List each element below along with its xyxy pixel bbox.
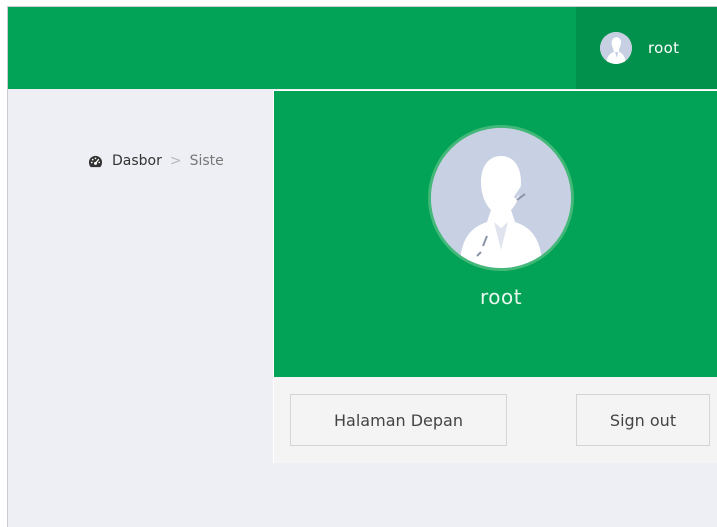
user-avatar-icon	[600, 32, 632, 64]
breadcrumb-current: Siste	[189, 153, 224, 169]
dashboard-icon	[88, 155, 103, 167]
top-navbar: root	[8, 7, 717, 89]
user-dropdown-footer: Halaman Depan Sign out	[274, 377, 717, 463]
app-window: root Dasbor > Siste root Halaman Depan S…	[7, 6, 717, 527]
sign-out-button[interactable]: Sign out	[576, 394, 710, 446]
user-dropdown-menu: root Halaman Depan Sign out	[273, 90, 717, 463]
user-menu-toggle[interactable]: root	[576, 7, 717, 89]
breadcrumb-home-link[interactable]: Dasbor	[112, 153, 162, 169]
user-silhouette-icon	[431, 128, 571, 268]
breadcrumb: Dasbor > Siste	[88, 153, 224, 169]
user-dropdown-name: root	[479, 285, 523, 309]
breadcrumb-separator: >	[169, 153, 182, 169]
home-page-button[interactable]: Halaman Depan	[290, 394, 507, 446]
user-dropdown-header: root	[274, 90, 717, 377]
user-profile-avatar	[428, 125, 574, 271]
header-username: root	[648, 39, 680, 57]
